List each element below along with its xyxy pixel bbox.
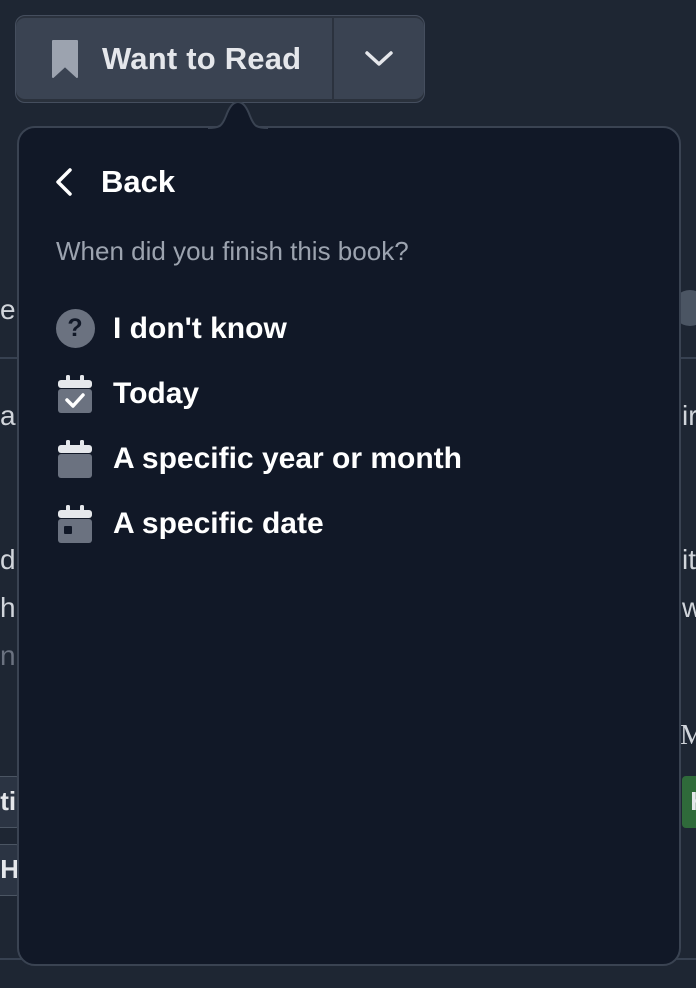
- finish-date-options: ? I don't know Today A specific year or …: [55, 296, 655, 556]
- option-specific-date[interactable]: A specific date: [55, 491, 655, 556]
- option-label: A specific year or month: [113, 441, 462, 475]
- background-text-fragment: it: [682, 544, 696, 575]
- want-to-read-button[interactable]: Want to Read: [16, 16, 334, 102]
- option-dont-know[interactable]: ? I don't know: [55, 296, 655, 361]
- back-button[interactable]: Back: [53, 164, 175, 200]
- background-text-fragment: d: [0, 544, 16, 575]
- chevron-left-icon: [56, 168, 72, 196]
- popover-arrow: [208, 102, 268, 130]
- background-text-fragment: ir: [682, 400, 696, 431]
- background-text-fragment: h: [0, 592, 16, 623]
- icon-wrapper: ?: [55, 309, 95, 349]
- calendar-check-icon: [58, 374, 92, 413]
- background-text-fragment: M: [680, 720, 696, 751]
- want-to-read-label: Want to Read: [102, 41, 302, 76]
- background-text-fragment: a: [0, 400, 16, 431]
- calendar-day-icon: [58, 504, 92, 543]
- icon-wrapper: [55, 439, 95, 479]
- option-label: I don't know: [113, 311, 287, 345]
- option-today[interactable]: Today: [55, 361, 655, 426]
- background-text-fragment: e: [0, 294, 16, 325]
- background-tag: H: [682, 776, 696, 828]
- option-label: Today: [113, 376, 200, 410]
- background-text-fragment: wa: [682, 592, 696, 623]
- chevron-down-icon: [365, 51, 393, 66]
- option-label: A specific date: [113, 506, 324, 540]
- bookmark-icon: [52, 40, 78, 78]
- page: e a ir d it h wa n M ti H H Want to Read…: [0, 0, 696, 988]
- question-circle-icon: ?: [55, 309, 95, 348]
- want-to-read-split-button: Want to Read: [15, 15, 425, 103]
- option-year-or-month[interactable]: A specific year or month: [55, 426, 655, 491]
- popover-prompt: When did you finish this book?: [56, 236, 409, 266]
- shelf-dropdown-toggle[interactable]: [334, 16, 424, 102]
- icon-wrapper: [55, 374, 95, 414]
- calendar-icon: [58, 439, 92, 478]
- back-label: Back: [101, 164, 176, 199]
- icon-wrapper: [55, 504, 95, 544]
- finish-date-popover: Back When did you finish this book? ? I …: [17, 126, 681, 966]
- background-text-fragment: n: [0, 640, 16, 671]
